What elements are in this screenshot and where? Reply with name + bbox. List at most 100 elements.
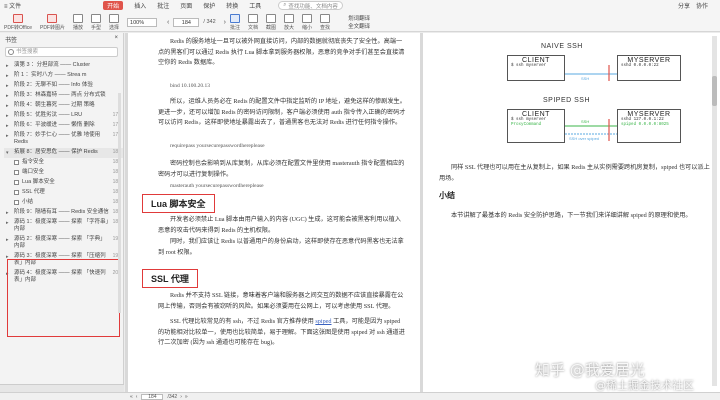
expand-icon[interactable]: ▸ — [6, 63, 9, 70]
hand-label: 手型 — [91, 24, 102, 31]
menu-file[interactable]: ≡ 文件 — [4, 1, 21, 10]
page-184: Redis 的服务地址一旦可以被外网直接访问，内部的数据就彻底丧失了安全性。高端… — [128, 33, 420, 392]
expand-icon[interactable]: ▸ — [6, 83, 9, 90]
bookmark-subitem[interactable]: 端口安全 182 — [4, 168, 123, 178]
section-heading-lua: Lua 脚本安全 — [142, 194, 215, 213]
menu-tools[interactable]: 工具 — [249, 1, 261, 10]
sidebar-scrollbar[interactable] — [118, 93, 121, 313]
bookmark-subitem[interactable]: SSL 代理 183 — [4, 188, 123, 198]
pdf-to-office-button[interactable]: PDF转Office — [4, 13, 32, 31]
zoom-in-icon — [284, 13, 295, 23]
bookmark-item-active[interactable]: ▾ 拓展 8：居安思危 —— 保护 Redis 181 — [4, 148, 123, 158]
bookmark-sidebar: 书签 × 书签搜索 ▸ 演第 3 ：分担部流 —— Cluster ▸ 阶 1 ：实… — [0, 33, 124, 392]
tool-doc[interactable]: 文档 — [247, 13, 258, 31]
annotate-icon — [229, 13, 240, 23]
bookmark-item[interactable]: ▸ 阶段 7：妙手仁心 —— 优雅 地使用 Redis 176 — [4, 131, 123, 148]
box-title: MYSERVER — [627, 111, 671, 118]
page-number-input[interactable]: 184 — [173, 17, 200, 27]
first-page-icon[interactable]: « — [130, 394, 133, 400]
menu-protect[interactable]: 保护 — [203, 1, 215, 10]
code-line: requirepass yoursecurepasswordhereplease — [170, 143, 265, 149]
search-placeholder: 查找功能、文档内容 — [288, 3, 338, 10]
menu-insert[interactable]: 插入 — [134, 1, 146, 10]
menu-start[interactable]: 开始 — [103, 1, 124, 10]
client-box: CLIENT $ ssh myserver ProxyCommand — [507, 109, 565, 143]
bookmark-item[interactable]: ▸ 阶 1 ：实时八方 —— Strea m — [4, 71, 123, 81]
menu-annotate[interactable]: 批注 — [157, 1, 169, 10]
select-tool-button[interactable]: 选择 — [109, 13, 119, 31]
menu-page[interactable]: 页面 — [180, 1, 192, 10]
page-icon — [14, 160, 19, 165]
prev-page-icon[interactable]: ‹ — [136, 394, 138, 400]
expand-icon[interactable]: ▸ — [6, 210, 9, 217]
next-page-icon[interactable]: › — [180, 394, 182, 400]
tool-screenshot[interactable]: 截图 — [266, 13, 276, 31]
pdf-to-office-label: PDF转Office — [4, 24, 32, 31]
spiped-link[interactable]: spiped — [315, 318, 331, 325]
tool-zoom-in[interactable]: 放大 — [284, 13, 295, 31]
bookmark-list: ▸ 演第 3 ：分担部流 —— Cluster ▸ 阶 1 ：实时八方 —— Str… — [0, 61, 123, 158]
bookmark-subitem[interactable]: 小结 184 — [4, 198, 123, 208]
pdf-to-image-button[interactable]: PDF转图片 — [40, 13, 65, 31]
bookmark-item[interactable]: ▸ 阶段 4：朝生暮死 —— 过期 策略 — [4, 101, 123, 111]
tool-find[interactable]: 查找 — [320, 13, 331, 31]
next-page-icon[interactable]: › — [224, 19, 226, 26]
search-icon: ⌕ — [283, 2, 287, 8]
bookmark-search-input[interactable]: 书签搜索 — [5, 47, 118, 57]
collab-button[interactable]: 协作 — [696, 1, 708, 10]
tool-zoom-out[interactable]: 缩小 — [302, 13, 312, 31]
status-page-total: /342 — [167, 393, 178, 400]
bookmark-label: 阶段 5：优胜劣汰 —— LRU — [14, 112, 83, 118]
bookmark-item[interactable]: ▸ 阶段 2：无聊不如 —— Info 体验 — [4, 81, 123, 91]
bookmark-item[interactable]: ▸ 阶段 3：林森嘉特 —— 两点 分布式锁 — [4, 91, 123, 101]
bookmark-subitem[interactable]: Lua 脚本安全 183 — [4, 178, 123, 188]
bookmark-label: 源码 2：极度深寒 —— 探索 「字典」内部 — [14, 236, 106, 249]
bookmark-item[interactable]: ▸ 源码 2：极度深寒 —— 探索 「字典」内部 192 — [4, 235, 123, 252]
bookmark-label: 端口安全 — [22, 169, 45, 175]
zoom-select[interactable]: 100% — [127, 17, 158, 27]
box-title: CLIENT — [522, 111, 550, 118]
bookmark-subitem[interactable]: 指令安全 182 — [4, 158, 123, 168]
last-page-icon[interactable]: » — [185, 394, 188, 400]
highlight-frame — [7, 259, 120, 337]
full-translate-button[interactable]: 全文翻译 — [348, 22, 370, 30]
link-label: SSH — [581, 119, 590, 124]
hand-tool-button[interactable]: 手型 — [91, 13, 102, 31]
prev-page-icon[interactable]: ‹ — [167, 19, 169, 26]
bookmark-item[interactable]: ▸ 阶段 6：平波缓进 —— 懒惰 删除 171 — [4, 121, 123, 131]
bookmark-item[interactable]: ▸ 阶段 5：优胜劣汰 —— LRU 170 — [4, 111, 123, 121]
bookmark-item[interactable]: ▸ 阶段 9：隔墙有耳 —— Redis 安全通信 185 — [4, 208, 123, 218]
expand-icon[interactable]: ▸ — [6, 237, 9, 244]
bookmark-item[interactable]: ▸ 源码 1：极度深寒 —— 探索 「字符串」内部 189 — [4, 218, 123, 235]
status-page-input[interactable]: 184 — [141, 393, 164, 400]
bookmark-label: SSL 代理 — [22, 189, 45, 195]
scrollbar-thumb[interactable] — [712, 76, 717, 106]
expand-icon[interactable]: ▸ — [6, 103, 9, 110]
document-viewport[interactable]: Redis 的服务地址一旦可以被外网直接访问，内部的数据就彻底丧失了安全性。高端… — [125, 33, 720, 392]
expand-icon[interactable]: ▸ — [6, 93, 9, 100]
expand-icon[interactable]: ▸ — [6, 133, 9, 140]
page-icon — [14, 190, 19, 195]
tool-annotate[interactable]: 批注 — [229, 13, 240, 31]
expand-icon[interactable]: ▸ — [6, 220, 9, 227]
expand-icon[interactable]: ▸ — [6, 123, 9, 130]
sidebar-header: 书签 × — [0, 33, 123, 45]
find-icon — [320, 13, 331, 23]
bookmark-label: 小结 — [22, 199, 34, 205]
expand-icon[interactable]: ▸ — [6, 113, 9, 120]
share-button[interactable]: 分享 — [678, 1, 690, 10]
translate-group: 划词翻译 全文翻译 — [348, 14, 370, 30]
sidebar-close-icon[interactable]: × — [114, 35, 118, 43]
link-label: SSH — [581, 76, 590, 81]
expand-icon[interactable]: ▸ — [6, 73, 9, 80]
word-translate-button[interactable]: 划词翻译 — [348, 14, 370, 22]
play-button[interactable]: 播放 — [73, 13, 83, 31]
search-box[interactable]: ⌕ 查找功能、文档内容 — [278, 1, 343, 10]
tool-row: PDF转Office PDF转图片 播放 手型 选择 100% ‹ 184 / … — [0, 12, 720, 32]
paragraph: SSL 代理比较常见的有 ssh，不过 Redis 官方推荐使用 spiped … — [158, 317, 406, 349]
bookmark-item[interactable]: ▸ 演第 3 ：分担部流 —— Cluster — [4, 61, 123, 71]
bookmark-label: 阶 1 ：实时八方 —— Strea m — [14, 72, 87, 78]
menu-convert[interactable]: 转换 — [226, 1, 238, 10]
collapse-icon[interactable]: ▾ — [6, 150, 9, 157]
document-scrollbar[interactable] — [712, 36, 717, 386]
